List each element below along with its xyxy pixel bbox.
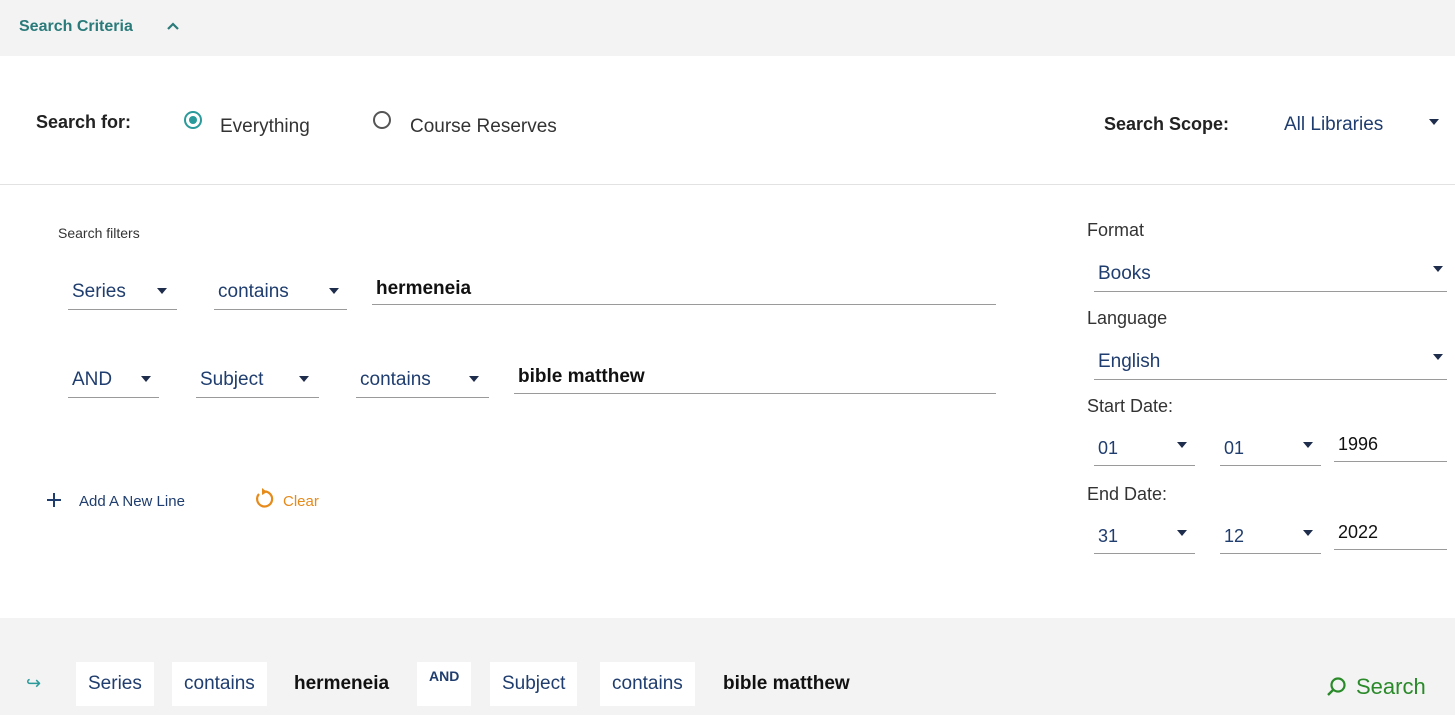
end-day-select[interactable]: 31 (1094, 514, 1195, 554)
row1-value-input[interactable]: hermeneia (372, 278, 996, 305)
add-new-line-button[interactable]: Add A New Line (79, 493, 185, 510)
radio-everything[interactable] (184, 111, 202, 129)
search-scope-label: Search Scope: (1104, 114, 1230, 134)
summary-chip-field: Subject (490, 662, 578, 706)
plus-icon[interactable] (46, 492, 62, 508)
search-filters-title: Search filters (58, 225, 140, 241)
row2-field-select[interactable]: Subject (196, 358, 319, 398)
row1-operator-select[interactable]: contains (214, 270, 347, 310)
search-criteria-header (0, 0, 1455, 56)
row2-operator-value: contains (360, 369, 431, 390)
start-year-value: 1996 (1338, 434, 1379, 454)
search-scope-select[interactable]: All Libraries (1280, 104, 1445, 144)
end-day-value: 31 (1098, 526, 1119, 546)
start-day-select[interactable]: 01 (1094, 426, 1195, 466)
end-month-select[interactable]: 12 (1220, 514, 1321, 554)
summary-chip-operator: contains (172, 662, 267, 706)
row2-field-value: Subject (200, 369, 264, 390)
dropdown-arrow-icon (141, 376, 151, 382)
format-value: Books (1098, 263, 1151, 284)
language-select[interactable]: English (1094, 340, 1447, 380)
start-month-value: 01 (1224, 438, 1245, 458)
dropdown-arrow-icon (299, 376, 309, 382)
row1-operator-value: contains (218, 281, 289, 302)
row1-field-select[interactable]: Series (68, 270, 177, 310)
start-date-label: Start Date: (1087, 396, 1174, 416)
end-month-value: 12 (1224, 526, 1245, 546)
end-date-label: End Date: (1087, 484, 1168, 504)
row1-value-text: hermeneia (376, 278, 472, 299)
search-scope-value: All Libraries (1284, 114, 1384, 135)
row2-boolean-select[interactable]: AND (68, 358, 159, 398)
search-icon[interactable] (1326, 676, 1348, 698)
clear-button[interactable]: Clear (283, 493, 319, 510)
dropdown-arrow-icon (1303, 530, 1313, 536)
row2-value-input[interactable]: bible matthew (514, 366, 996, 394)
search-for-label: Search for: (36, 112, 132, 132)
row1-field-value: Series (72, 281, 126, 302)
reset-icon[interactable] (253, 488, 275, 510)
summary-value: bible matthew (723, 673, 850, 694)
summary-chip-operator: contains (600, 662, 695, 706)
dropdown-arrow-icon (1177, 530, 1187, 536)
arrow-right-icon: ↪ (26, 673, 42, 693)
divider (0, 184, 1455, 185)
dropdown-arrow-icon (157, 288, 167, 294)
end-year-value: 2022 (1338, 522, 1379, 542)
dropdown-arrow-icon (469, 376, 479, 382)
start-month-select[interactable]: 01 (1220, 426, 1321, 466)
dropdown-arrow-icon (1303, 442, 1313, 448)
dropdown-arrow-icon (1177, 442, 1187, 448)
start-year-input[interactable]: 1996 (1334, 434, 1447, 462)
language-label: Language (1087, 308, 1168, 328)
format-label: Format (1087, 220, 1145, 240)
summary-chip-boolean: AND (417, 662, 472, 706)
summary-chip-field: Series (76, 662, 154, 706)
end-year-input[interactable]: 2022 (1334, 522, 1447, 550)
row2-operator-select[interactable]: contains (356, 358, 489, 398)
format-select[interactable]: Books (1094, 252, 1447, 292)
dropdown-arrow-icon (329, 288, 339, 294)
search-criteria-toggle[interactable]: Search Criteria (19, 18, 133, 36)
language-value: English (1098, 351, 1161, 372)
dropdown-arrow-icon (1429, 119, 1439, 125)
radio-everything-label[interactable]: Everything (220, 116, 310, 138)
radio-course-reserves[interactable] (373, 111, 391, 129)
start-day-value: 01 (1098, 438, 1119, 458)
chevron-up-icon[interactable] (166, 20, 180, 32)
row2-boolean-value: AND (72, 369, 113, 390)
radio-course-reserves-label[interactable]: Course Reserves (410, 116, 557, 138)
dropdown-arrow-icon (1433, 266, 1443, 272)
row2-value-text: bible matthew (518, 366, 645, 387)
dropdown-arrow-icon (1433, 354, 1443, 360)
summary-value: hermeneia (294, 673, 390, 694)
search-button[interactable]: Search (1356, 674, 1426, 700)
